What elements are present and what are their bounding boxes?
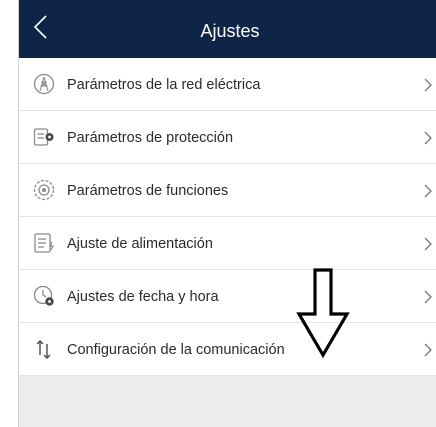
settings-item-power-adjustment[interactable]: Ajuste de alimentación — [19, 217, 436, 270]
settings-item-label: Ajuste de alimentación — [67, 236, 213, 252]
settings-item-function-parameters[interactable]: Parámetros de funciones — [19, 164, 436, 217]
top-navigation-bar: Ajustes — [19, 0, 436, 58]
grid-tower-icon — [33, 73, 55, 95]
clock-settings-icon — [33, 285, 54, 306]
settings-screen: Ajustes Parámetros de la red eléctrica P… — [18, 0, 436, 427]
chevron-right-icon — [424, 290, 432, 304]
chevron-right-icon — [424, 131, 432, 145]
settings-list: Parámetros de la red eléctrica Parámetro… — [19, 58, 436, 376]
settings-item-label: Parámetros de la red eléctrica — [67, 77, 261, 93]
function-gear-icon — [33, 179, 55, 201]
power-document-icon — [34, 233, 54, 253]
chevron-right-icon — [424, 78, 432, 92]
page-title: Ajustes — [200, 21, 260, 41]
up-down-arrows-icon — [36, 340, 51, 359]
settings-item-label: Parámetros de protección — [67, 130, 234, 146]
chevron-right-icon — [424, 343, 432, 357]
settings-item-label: Ajustes de fecha y hora — [67, 289, 219, 305]
settings-item-date-time[interactable]: Ajustes de fecha y hora — [19, 270, 436, 323]
settings-item-label: Parámetros de funciones — [67, 183, 229, 199]
settings-item-protection-parameters[interactable]: Parámetros de protección — [19, 111, 436, 164]
chevron-right-icon — [424, 237, 432, 251]
settings-item-communication[interactable]: Configuración de la comunicación — [19, 323, 436, 376]
settings-item-grid-parameters[interactable]: Parámetros de la red eléctrica — [19, 58, 436, 111]
protection-list-icon — [33, 128, 54, 146]
chevron-right-icon — [424, 184, 432, 198]
settings-item-label: Configuración de la comunicación — [67, 342, 285, 358]
down-arrow-outline-icon — [296, 268, 350, 358]
